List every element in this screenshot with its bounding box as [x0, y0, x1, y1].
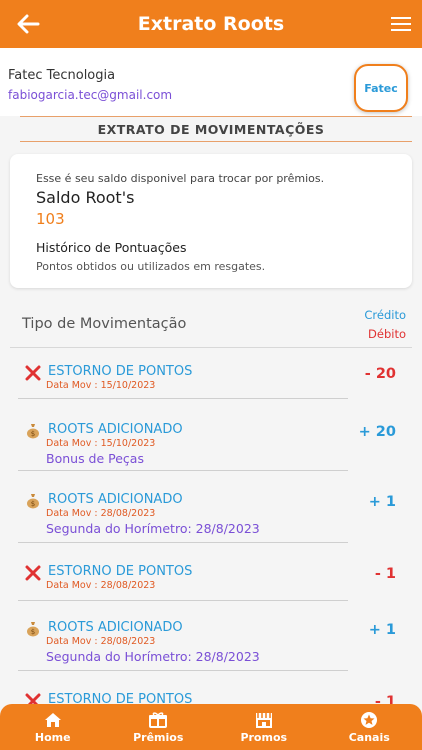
movement-date: Data Mov : 28/08/2023 — [46, 636, 156, 647]
list-item: ESTORNO DE PONTOS Data Mov : 28/08/2023 … — [0, 558, 422, 602]
gift-icon — [148, 711, 168, 729]
bottom-nav: Home Prêmios Promos Canais — [0, 704, 422, 750]
list-item: ESTORNO DE PONTOS Data Mov : 15/10/2023 … — [0, 358, 422, 402]
divider — [18, 670, 348, 671]
balance-description: Esse é seu saldo disponivel para trocar … — [36, 172, 325, 185]
movement-amount: + 20 — [358, 424, 396, 440]
x-icon — [24, 564, 42, 582]
movement-note: Bonus de Peças — [46, 451, 144, 466]
user-info: Fatec Tecnologia fabiogarcia.tec@gmail.c… — [0, 48, 422, 116]
svg-text:$: $ — [31, 628, 35, 636]
hamburger-menu-icon[interactable] — [390, 14, 412, 34]
balance-value: 103 — [36, 210, 65, 228]
movement-amount: + 1 — [368, 622, 396, 638]
divider — [20, 116, 412, 117]
movement-type: ESTORNO DE PONTOS — [48, 364, 193, 379]
movements-title: Tipo de Movimentação — [22, 316, 187, 332]
divider — [20, 141, 412, 142]
money-bag-icon: $ — [24, 422, 42, 440]
nav-item-canais[interactable]: Canais — [317, 704, 422, 750]
nav-item-home[interactable]: Home — [0, 704, 106, 750]
company-logo-text: Fatec — [364, 81, 398, 95]
movement-date: Data Mov : 28/08/2023 — [46, 580, 156, 591]
nav-label: Prêmios — [133, 730, 184, 744]
balance-label: Saldo Root's — [36, 188, 135, 207]
movement-type: ROOTS ADICIONADO — [48, 422, 183, 437]
balance-card: Esse é seu saldo disponivel para trocar … — [10, 154, 412, 288]
movement-type: ROOTS ADICIONADO — [48, 492, 183, 507]
movement-note: Segunda do Horímetro: 28/8/2023 — [46, 521, 260, 536]
divider — [18, 542, 348, 543]
statement-section-title: EXTRATO DE MOVIMENTAÇÕES — [0, 116, 422, 142]
movement-type: ESTORNO DE PONTOS — [48, 564, 193, 579]
movement-date: Data Mov : 15/10/2023 — [46, 438, 156, 449]
money-bag-icon: $ — [24, 620, 42, 638]
divider — [18, 600, 348, 601]
nav-label: Home — [34, 730, 71, 744]
movement-amount: - 20 — [364, 366, 396, 382]
movements-header: Tipo de Movimentação Crédito Débito — [0, 300, 422, 348]
divider — [18, 398, 348, 399]
history-description: Pontos obtidos ou utilizados em resgates… — [36, 260, 266, 273]
user-email: fabiogarcia.tec@gmail.com — [8, 88, 173, 102]
movement-date: Data Mov : 15/10/2023 — [46, 380, 156, 391]
money-bag-icon: $ — [24, 492, 42, 510]
list-item: ESTORNO DE PONTOS - 1 — [0, 686, 422, 706]
list-item: $ ROOTS ADICIONADO Data Mov : 15/10/2023… — [0, 416, 422, 476]
nav-label: Canais — [348, 730, 390, 744]
history-title: Histórico de Pontuações — [36, 240, 187, 255]
section-title-text: EXTRATO DE MOVIMENTAÇÕES — [97, 121, 325, 137]
nav-label: Promos — [240, 730, 288, 744]
movement-amount: - 1 — [374, 566, 396, 582]
movement-note: Segunda do Horímetro: 28/8/2023 — [46, 649, 260, 664]
nav-item-promos[interactable]: Promos — [211, 704, 317, 750]
movement-amount: + 1 — [368, 494, 396, 510]
x-icon — [24, 364, 42, 382]
company-logo: Fatec — [354, 64, 408, 112]
page-title: Extrato Roots — [137, 13, 285, 35]
divider — [18, 470, 348, 471]
store-icon — [254, 711, 274, 729]
svg-text:$: $ — [31, 500, 35, 508]
divider — [10, 347, 412, 348]
movements-list[interactable]: ESTORNO DE PONTOS Data Mov : 15/10/2023 … — [0, 358, 422, 706]
home-icon — [43, 711, 63, 729]
star-badge-icon — [359, 711, 379, 729]
debit-legend: Débito — [368, 327, 406, 341]
list-item: $ ROOTS ADICIONADO Data Mov : 28/08/2023… — [0, 486, 422, 546]
svg-text:$: $ — [31, 430, 35, 438]
app-header: Extrato Roots — [0, 0, 422, 48]
movement-date: Data Mov : 28/08/2023 — [46, 508, 156, 519]
credit-legend: Crédito — [364, 308, 406, 322]
user-name: Fatec Tecnologia — [8, 68, 116, 83]
list-item: $ ROOTS ADICIONADO Data Mov : 28/08/2023… — [0, 614, 422, 674]
back-arrow-icon[interactable] — [14, 10, 42, 38]
movement-type: ROOTS ADICIONADO — [48, 620, 183, 635]
nav-item-premios[interactable]: Prêmios — [106, 704, 212, 750]
